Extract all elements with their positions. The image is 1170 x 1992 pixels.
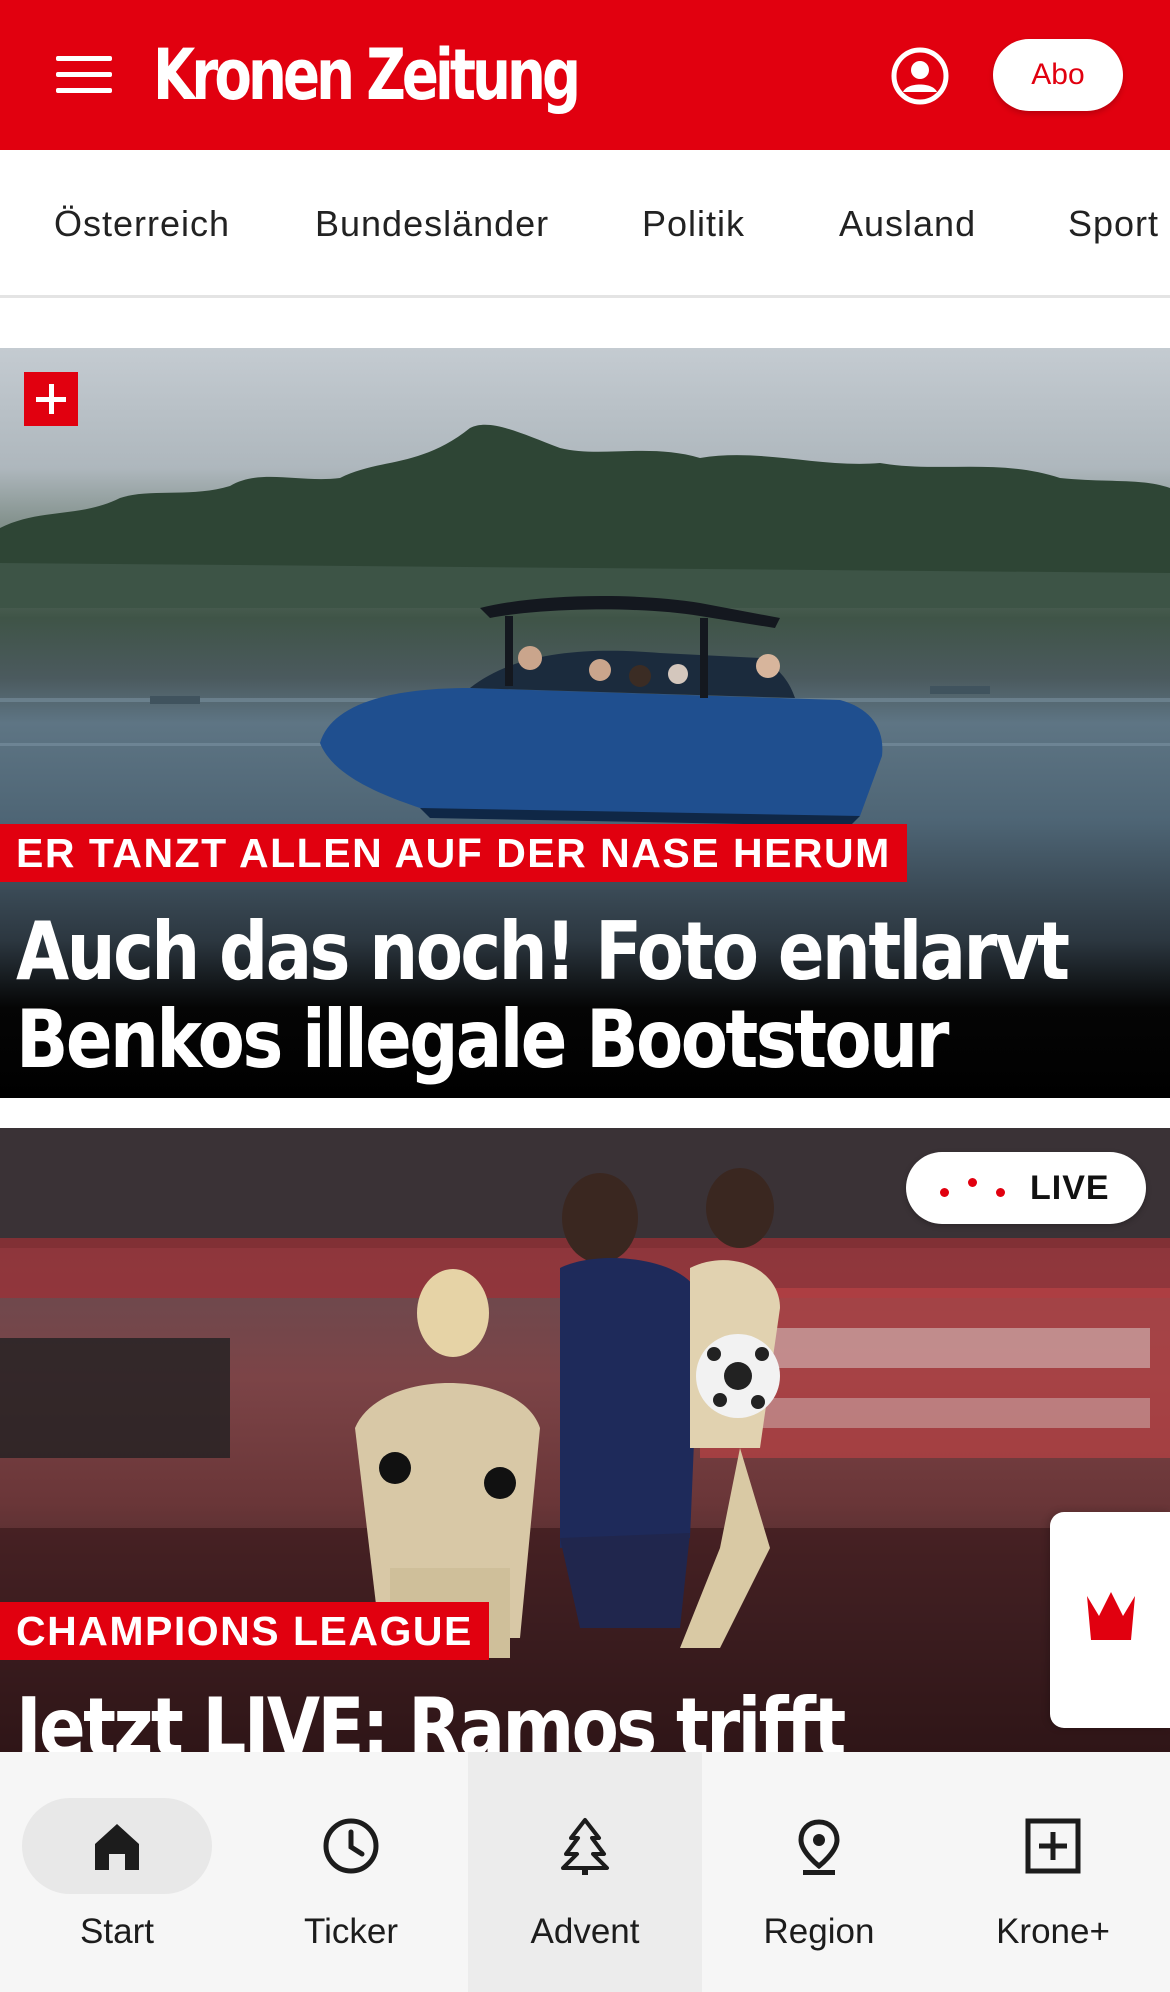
tab-label: Advent: [530, 1912, 640, 1951]
article-headline-line1: Auch das noch! Foto entlarvt: [16, 905, 1070, 998]
article-headline-line1: Jetzt LIVE: Ramos trifft: [16, 1681, 846, 1753]
page: Kronen Zeitung Abo Österreich Bundesländ…: [0, 0, 1170, 1992]
tab-advent-icon-wrap: [490, 1798, 680, 1894]
article-card-benko[interactable]: ER TANZT ALLEN AUF DER NASE HERUM Auch d…: [0, 348, 1170, 1098]
tab-start-highlight: [22, 1798, 212, 1894]
article-headline-line2: Benkos illegale Bootstour: [16, 993, 949, 1086]
category-bundeslaender[interactable]: Bundesländer: [315, 150, 549, 295]
tab-label: Ticker: [304, 1912, 398, 1951]
plus-box-icon: [1025, 1818, 1081, 1874]
live-dots-icon: [940, 1176, 1010, 1200]
menu-icon[interactable]: [56, 56, 112, 94]
category-ausland[interactable]: Ausland: [839, 150, 976, 295]
tab-krone-plus-icon-wrap: [958, 1798, 1148, 1894]
plus-badge-icon: [24, 372, 78, 426]
crown-icon: [1087, 1592, 1135, 1640]
top-header: Kronen Zeitung Abo: [0, 0, 1170, 150]
category-oesterreich[interactable]: Österreich: [54, 150, 230, 295]
live-badge[interactable]: LIVE: [906, 1152, 1146, 1224]
abo-button[interactable]: Abo: [993, 39, 1123, 111]
home-icon: [95, 1824, 139, 1870]
category-sport[interactable]: Sport: [1068, 150, 1159, 295]
article-kicker: CHAMPIONS LEAGUE: [0, 1602, 489, 1660]
article-kicker: ER TANZT ALLEN AUF DER NASE HERUM: [0, 824, 907, 882]
tab-ticker-icon-wrap: [256, 1798, 446, 1894]
category-politik[interactable]: Politik: [642, 150, 745, 295]
tree-icon: [561, 1818, 609, 1875]
live-label: LIVE: [1030, 1169, 1110, 1207]
clock-icon: [323, 1818, 379, 1874]
tab-ticker[interactable]: Ticker: [234, 1752, 468, 1992]
tab-region[interactable]: Region: [702, 1752, 936, 1992]
article-card-champions-league[interactable]: LIVE CHAMPIONS LEAGUE Jetzt LIVE: Ramos …: [0, 1128, 1170, 1752]
account-icon[interactable]: [890, 46, 950, 106]
tab-label: Krone+: [996, 1912, 1110, 1951]
category-nav: Österreich Bundesländer Politik Ausland …: [0, 150, 1170, 298]
tab-advent[interactable]: Advent: [468, 1752, 702, 1992]
site-logo[interactable]: Kronen Zeitung: [153, 30, 581, 120]
bottom-tab-bar: Start Ticker Advent Region Krone+: [0, 1752, 1170, 1992]
location-pin-icon: [798, 1819, 840, 1875]
tab-krone-plus[interactable]: Krone+: [936, 1752, 1170, 1992]
tab-region-icon-wrap: [724, 1798, 914, 1894]
side-krone-widget[interactable]: [1050, 1512, 1170, 1728]
tab-start[interactable]: Start: [0, 1752, 234, 1992]
tab-label: Start: [80, 1912, 154, 1951]
tab-label: Region: [763, 1912, 875, 1951]
